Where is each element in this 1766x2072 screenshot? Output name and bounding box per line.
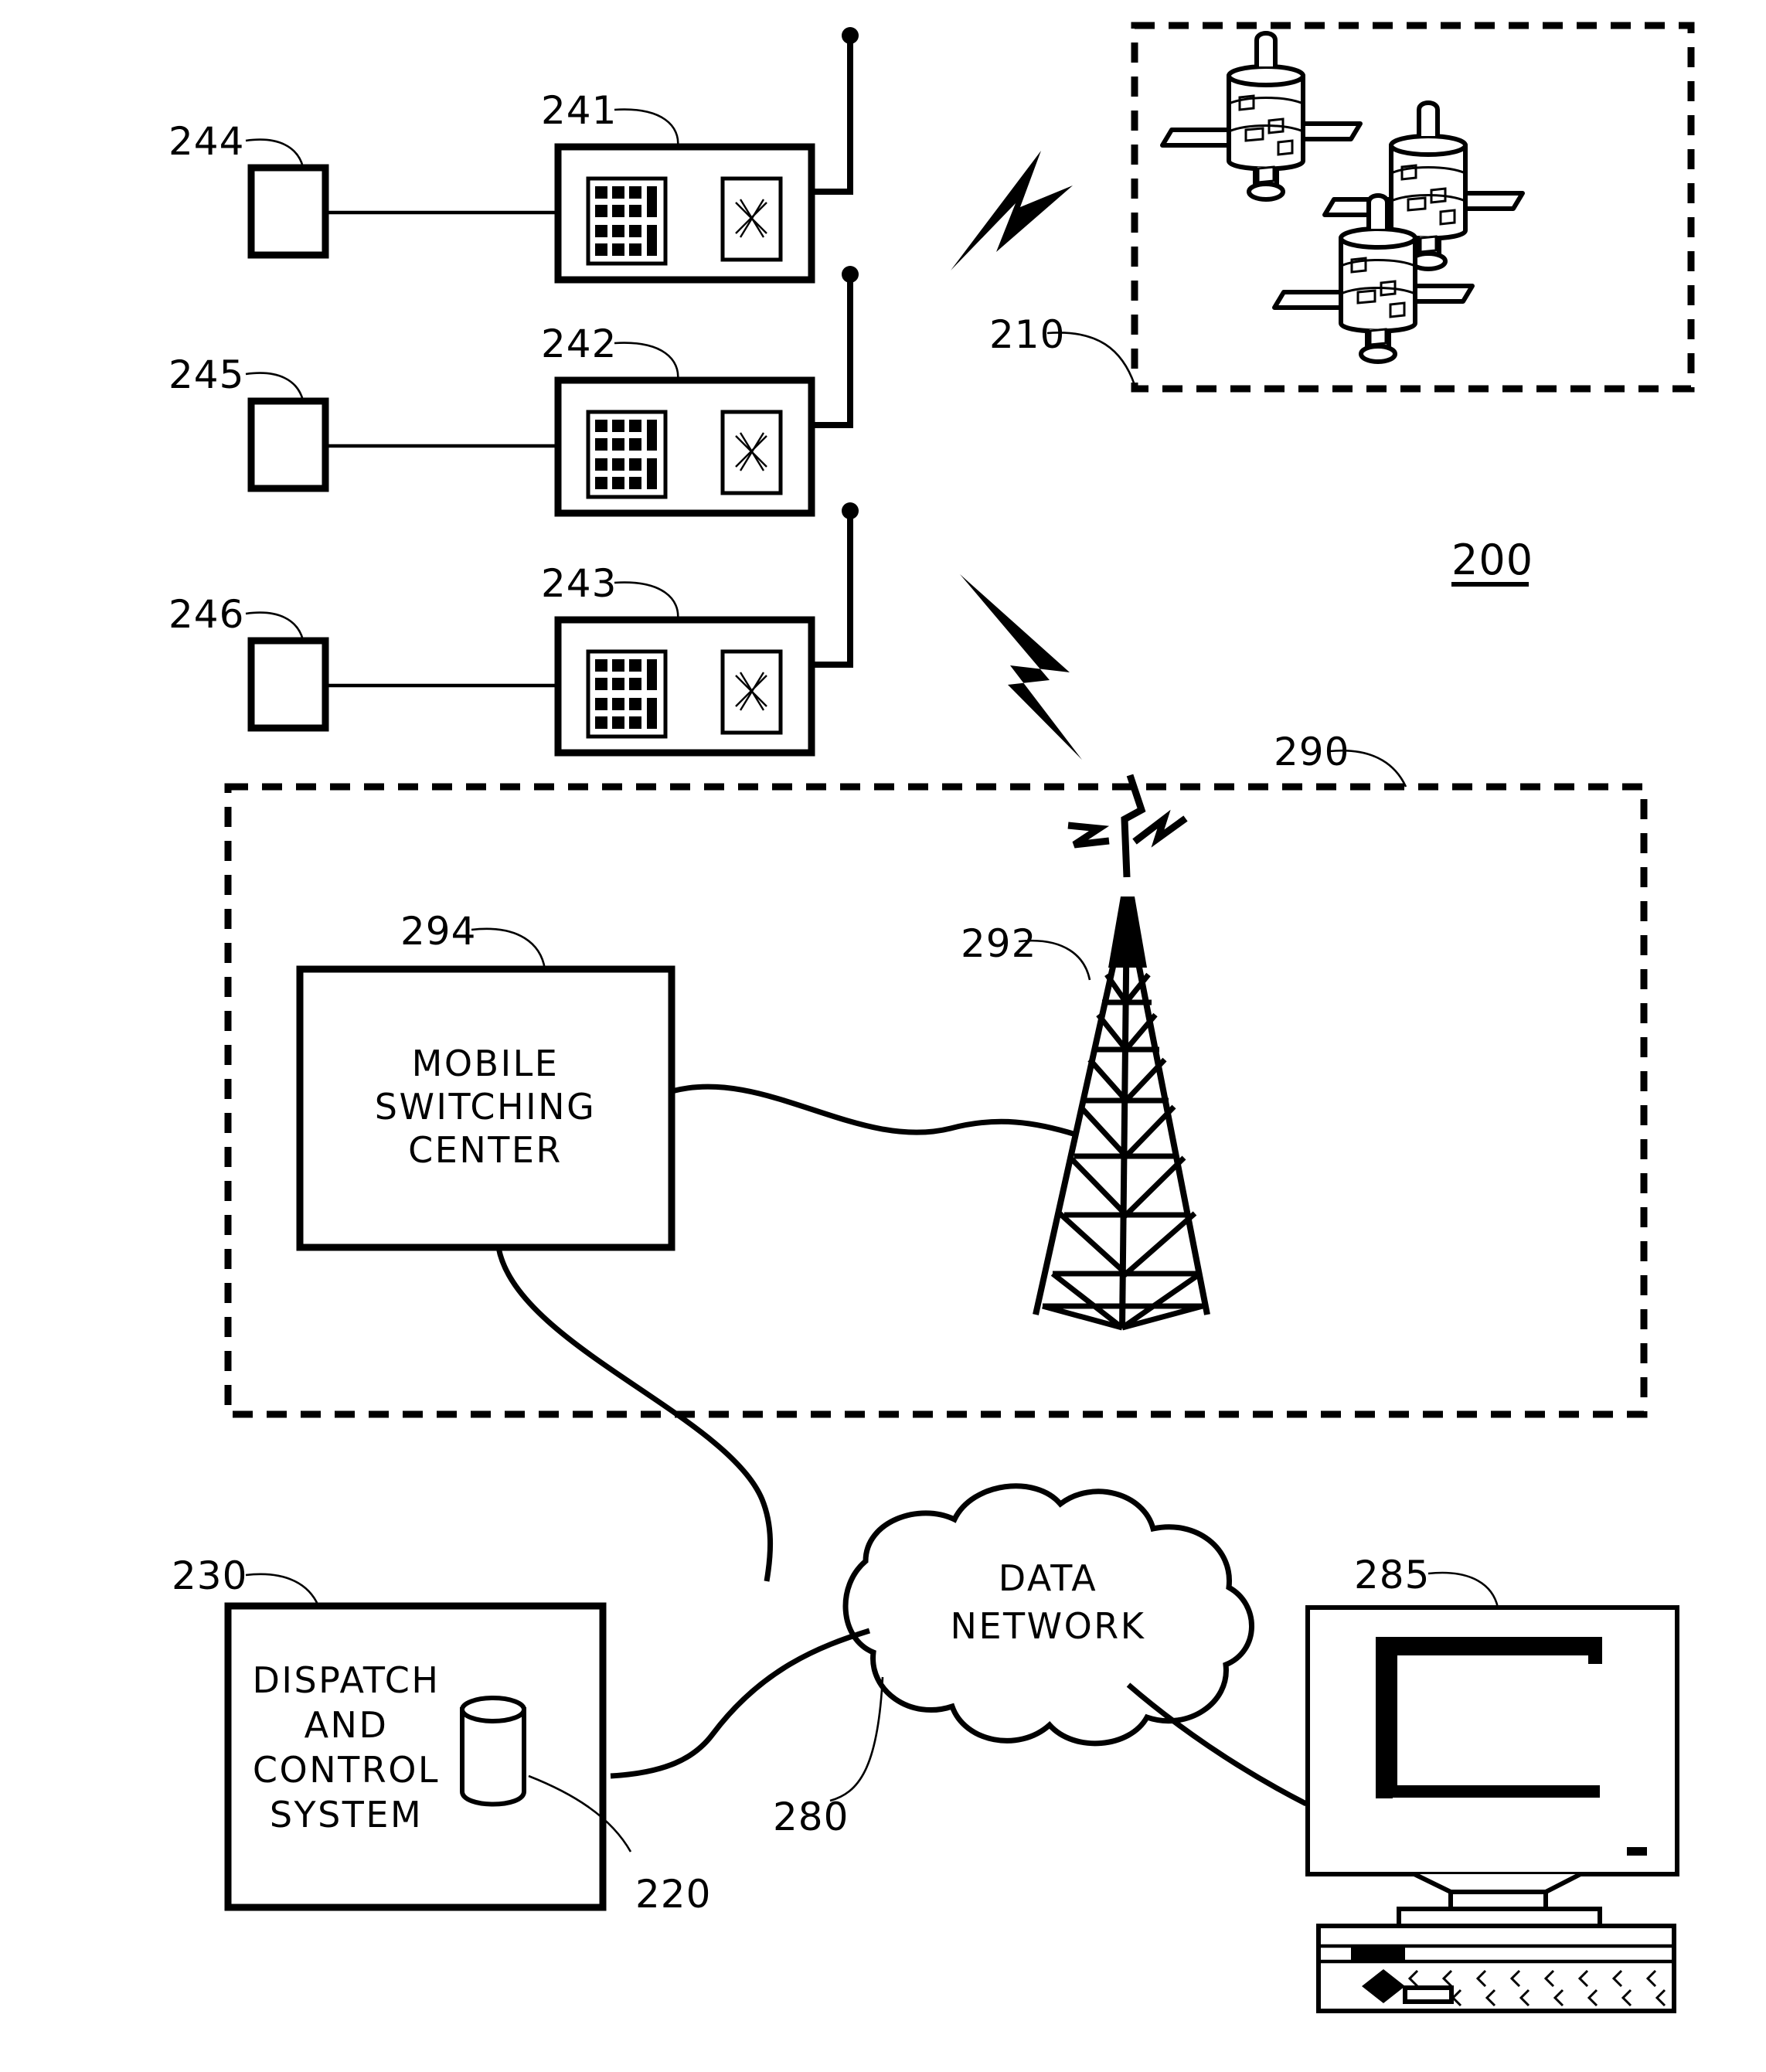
radio-unit-241[interactable]: [554, 143, 815, 284]
leader-246: [245, 611, 305, 641]
keyboard-icon[interactable]: [1316, 1924, 1676, 2013]
ref-242: 242: [541, 322, 617, 366]
peripheral-246[interactable]: [247, 637, 329, 732]
ref-210: 210: [989, 312, 1065, 357]
antenna-241: [812, 27, 859, 195]
leader-230: [245, 1573, 320, 1607]
link-cloud-to-dispatch: [610, 1628, 871, 1779]
ref-241: 241: [541, 88, 617, 133]
cloud-line-1: DATA: [999, 1557, 1098, 1599]
radio-unit-243[interactable]: [554, 616, 815, 757]
antenna-243: [812, 502, 859, 668]
figure-svg: 244 245 246 241 242 243 210 290 294 292 …: [168, 22, 1695, 2013]
cell-tower-icon: [1033, 774, 1210, 1331]
ref-220: 220: [635, 1872, 711, 1917]
lightning-bolt-icon-lower: [960, 574, 1082, 760]
leader-241: [614, 108, 679, 148]
signal-zigzag-left: [1067, 822, 1110, 849]
ref-280: 280: [773, 1795, 849, 1839]
dcs-line-3: CONTROL: [253, 1749, 440, 1791]
cloud-label: DATA NETWORK: [951, 1557, 1146, 1647]
figure-number-text: 200: [1451, 536, 1533, 584]
dcs-line-1: DISPATCH: [253, 1659, 441, 1701]
ref-294: 294: [400, 909, 476, 954]
leader-243: [614, 581, 679, 621]
dcs-line-2: AND: [305, 1704, 389, 1746]
satellite-icon-1: [1160, 31, 1363, 202]
patent-figure-canvas: 244 245 246 241 242 243 210 290 294 292 …: [0, 0, 1766, 2072]
ref-244: 244: [168, 119, 244, 164]
antenna-242: [812, 266, 859, 428]
ref-230: 230: [172, 1553, 247, 1598]
peripheral-245[interactable]: [247, 397, 329, 492]
leader-244: [245, 138, 305, 168]
signal-zigzag-right: [1132, 809, 1188, 848]
msc-line-2: SWITCHING: [375, 1086, 596, 1128]
leader-280: [829, 1676, 884, 1802]
ref-290: 290: [1274, 730, 1349, 774]
peripheral-244[interactable]: [247, 164, 329, 259]
radio-unit-242[interactable]: [554, 376, 815, 517]
database-cylinder-icon: [460, 1696, 526, 1807]
lightning-bolt-icon-upper: [951, 151, 1073, 270]
ref-243: 243: [541, 561, 617, 606]
dcs-line-4: SYSTEM: [270, 1794, 423, 1836]
figure-number-200: 200: [1451, 536, 1533, 587]
leader-245: [245, 372, 305, 401]
signal-zigzag-up: [1121, 774, 1146, 878]
leader-294: [471, 927, 546, 970]
link-cloud-to-workstation: [1126, 1682, 1308, 1807]
ref-285: 285: [1354, 1553, 1430, 1597]
link-msc-to-tower: [671, 1084, 1077, 1138]
crt-monitor-icon[interactable]: [1305, 1605, 1679, 1928]
msc-line-3: CENTER: [408, 1129, 563, 1171]
ref-292: 292: [961, 921, 1036, 966]
ref-245: 245: [168, 352, 244, 397]
msc-line-1: MOBILE: [412, 1043, 560, 1084]
ref-246: 246: [168, 592, 244, 637]
leader-242: [614, 342, 679, 381]
leader-285: [1427, 1571, 1499, 1608]
cloud-line-2: NETWORK: [951, 1605, 1146, 1647]
